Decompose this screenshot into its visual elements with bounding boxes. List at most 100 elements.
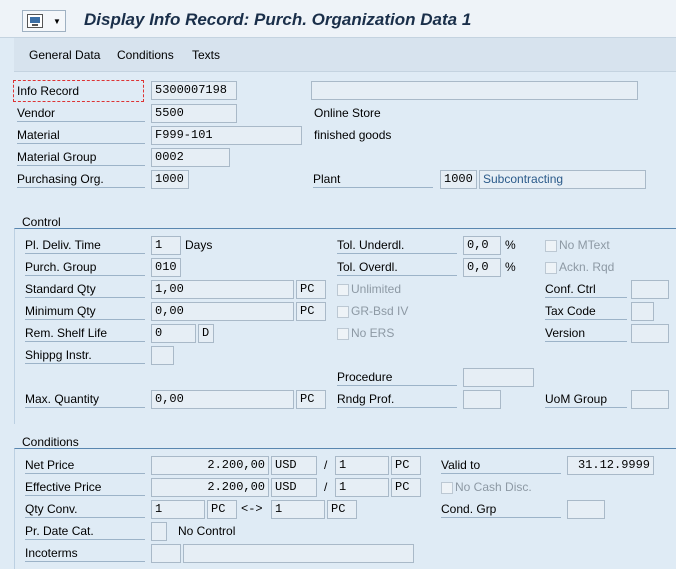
valid-to-field[interactable]: 31.12.9999: [567, 456, 654, 475]
ackn-rqd-label: Ackn. Rqd: [559, 260, 615, 274]
material-label: Material: [17, 126, 145, 144]
no-cash-disc-checkbox[interactable]: [441, 482, 453, 494]
incoterms-label: Incoterms: [25, 544, 145, 562]
procedure-label: Procedure: [337, 368, 457, 386]
no-ers-checkbox[interactable]: [337, 328, 349, 340]
purchasing-org-field[interactable]: 1000: [151, 170, 189, 189]
net-price-slash: /: [324, 458, 328, 472]
effective-price-label: Effective Price: [25, 478, 145, 496]
plant-label: Plant: [313, 170, 433, 188]
max-quantity-label: Max. Quantity: [25, 390, 145, 408]
valid-to-label: Valid to: [441, 456, 561, 474]
conf-ctrl-label: Conf. Ctrl: [545, 280, 627, 298]
pr-date-cat-field[interactable]: [151, 522, 167, 541]
menu-button[interactable]: ▼: [22, 10, 66, 32]
max-quantity-uom[interactable]: PC: [296, 390, 326, 409]
uom-group-field[interactable]: [631, 390, 669, 409]
tol-underdl-label: Tol. Underdl.: [337, 236, 457, 254]
net-price-label: Net Price: [25, 456, 145, 474]
unlimited-label: Unlimited: [351, 282, 402, 296]
shelf-life-field[interactable]: 0: [151, 324, 196, 343]
minimum-qty-field[interactable]: 0,00: [151, 302, 294, 321]
pr-date-cat-label: Pr. Date Cat.: [25, 522, 145, 540]
standard-qty-label: Standard Qty: [25, 280, 145, 298]
shippg-instr-label: Shippg Instr.: [25, 346, 145, 364]
incoterms-text-field[interactable]: [183, 544, 414, 563]
qty-conv-field-b[interactable]: 1: [271, 500, 325, 519]
qty-conv-label: Qty Conv.: [25, 500, 145, 518]
max-quantity-field[interactable]: 0,00: [151, 390, 294, 409]
material-field[interactable]: F999-101: [151, 126, 302, 145]
pl-deliv-time-field[interactable]: 1: [151, 236, 181, 255]
effective-price-slash: /: [324, 480, 328, 494]
tol-overdl-field[interactable]: 0,0: [463, 258, 501, 277]
material-group-field[interactable]: 0002: [151, 148, 230, 167]
material-description: finished goods: [314, 128, 392, 142]
no-mtext-checkbox[interactable]: [545, 240, 557, 252]
days-unit: Days: [185, 238, 213, 252]
rndg-prof-label: Rndg Prof.: [337, 390, 457, 408]
gr-bsd-iv-label: GR-Bsd IV: [351, 304, 409, 318]
shelf-life-unit[interactable]: D: [198, 324, 214, 343]
title-bar: ▼ Display Info Record: Purch. Organizati…: [0, 0, 676, 38]
tax-code-field[interactable]: [631, 302, 654, 321]
tab-conditions[interactable]: Conditions: [117, 46, 174, 64]
effective-price-field[interactable]: 2.200,00: [151, 478, 269, 497]
control-section-title: Control: [22, 215, 61, 229]
no-ers-label: No ERS: [351, 326, 395, 340]
effective-price-uom[interactable]: PC: [391, 478, 421, 497]
cond-grp-label: Cond. Grp: [441, 500, 561, 518]
tol-underdl-field[interactable]: 0,0: [463, 236, 501, 255]
standard-qty-uom[interactable]: PC: [296, 280, 326, 299]
procedure-field[interactable]: [463, 368, 534, 387]
no-cash-disc-label: No Cash Disc.: [455, 480, 532, 494]
net-price-currency[interactable]: USD: [271, 456, 317, 475]
display-icon: [27, 14, 43, 28]
tol-overdl-pct: %: [505, 260, 516, 274]
material-group-label: Material Group: [17, 148, 145, 166]
no-mtext-label: No MText: [559, 238, 610, 252]
page-title: Display Info Record: Purch. Organization…: [84, 10, 472, 29]
effective-price-per[interactable]: 1: [335, 478, 389, 497]
standard-qty-field[interactable]: 1,00: [151, 280, 294, 299]
uom-group-label: UoM Group: [545, 390, 627, 408]
qty-conv-arrow: <->: [241, 502, 263, 516]
ackn-rqd-checkbox[interactable]: [545, 262, 557, 274]
version-label: Version: [545, 324, 627, 342]
rndg-prof-field[interactable]: [463, 390, 501, 409]
info-record-field[interactable]: 5300007198: [151, 81, 237, 100]
net-price-per[interactable]: 1: [335, 456, 389, 475]
shippg-instr-field[interactable]: [151, 346, 174, 365]
tol-underdl-pct: %: [505, 238, 516, 252]
info-record-text-field: [311, 81, 638, 100]
purch-group-field[interactable]: 010: [151, 258, 181, 277]
dropdown-arrow-icon: ▼: [53, 17, 61, 26]
cond-grp-field[interactable]: [567, 500, 605, 519]
qty-conv-uom-b[interactable]: PC: [327, 500, 357, 519]
vendor-label: Vendor: [17, 104, 145, 122]
conf-ctrl-field[interactable]: [631, 280, 669, 299]
conditions-section-title: Conditions: [22, 435, 79, 449]
pl-deliv-time-label: Pl. Deliv. Time: [25, 236, 145, 254]
minimum-qty-uom[interactable]: PC: [296, 302, 326, 321]
net-price-field[interactable]: 2.200,00: [151, 456, 269, 475]
shelf-life-label: Rem. Shelf Life: [25, 324, 145, 342]
tol-overdl-label: Tol. Overdl.: [337, 258, 457, 276]
pr-date-cat-text: No Control: [178, 524, 236, 538]
app-toolbar: General Data Conditions Texts: [14, 38, 676, 72]
qty-conv-uom-a[interactable]: PC: [207, 500, 237, 519]
unlimited-checkbox[interactable]: [337, 284, 349, 296]
minimum-qty-label: Minimum Qty: [25, 302, 145, 320]
net-price-uom[interactable]: PC: [391, 456, 421, 475]
gr-bsd-iv-checkbox[interactable]: [337, 306, 349, 318]
plant-field[interactable]: 1000: [440, 170, 477, 189]
vendor-field[interactable]: 5500: [151, 104, 237, 123]
incoterms-field[interactable]: [151, 544, 181, 563]
qty-conv-field-a[interactable]: 1: [151, 500, 205, 519]
tab-texts[interactable]: Texts: [192, 46, 220, 64]
info-record-label: Info Record: [17, 84, 80, 98]
version-field[interactable]: [631, 324, 669, 343]
effective-price-currency[interactable]: USD: [271, 478, 317, 497]
tab-general-data[interactable]: General Data: [29, 46, 100, 64]
tax-code-label: Tax Code: [545, 302, 627, 320]
